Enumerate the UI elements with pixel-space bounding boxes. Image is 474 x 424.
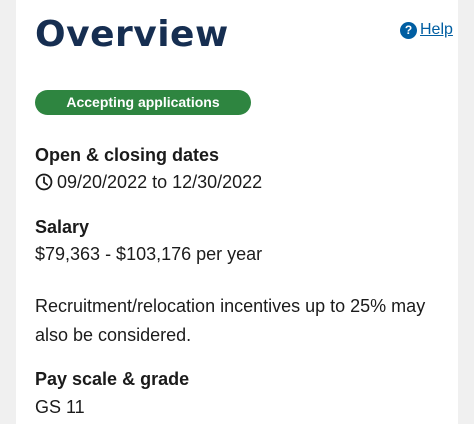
salary-label: Salary [35,217,90,237]
help-link-label: Help [420,21,453,38]
overview-card: Overview ? Help Accepting applications O… [16,0,458,424]
clock-icon [35,173,53,191]
salary-value: $79,363 - $103,176 per year [35,244,263,264]
help-link[interactable]: ? Help [400,20,453,40]
question-circle-icon: ? [400,21,417,39]
page-title: Overview [35,14,229,55]
pay-scale-label: Pay scale & grade [35,369,190,389]
status-badge: Accepting applications [35,90,251,115]
pay-scale-value: GS 11 [35,397,85,417]
dates-row: 09/20/2022 to 12/30/2022 [35,171,262,193]
dates-value: 09/20/2022 to 12/30/2022 [57,172,263,192]
incentives-text: Recruitment/relocation incentives up to … [35,296,426,345]
dates-label: Open & closing dates [35,145,220,165]
